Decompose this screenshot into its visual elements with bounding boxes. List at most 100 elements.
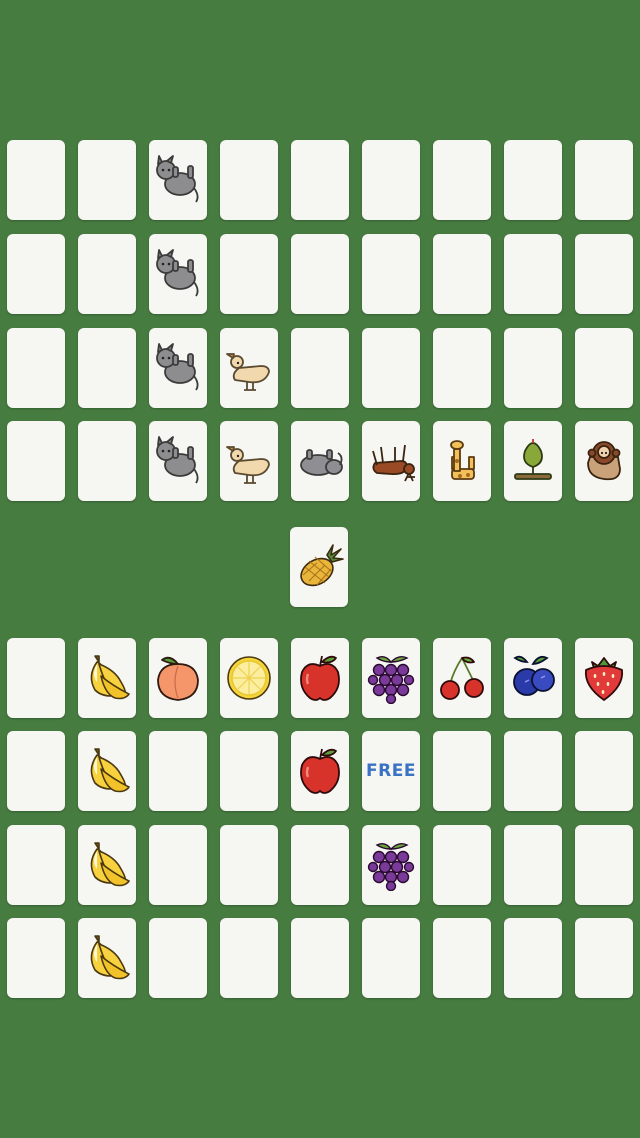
duck-icon	[223, 435, 275, 487]
lemon-icon	[223, 652, 275, 704]
opponent-card-cat[interactable]	[149, 140, 207, 220]
player-card-blank[interactable]	[149, 731, 207, 811]
opponent-card-blank[interactable]	[7, 328, 65, 408]
pineapple-icon	[293, 541, 345, 593]
player-card-blueberry[interactable]	[504, 638, 562, 718]
opponent-card-snake[interactable]	[504, 421, 562, 501]
opponent-card-blank[interactable]	[433, 328, 491, 408]
player-card-blank[interactable]	[433, 825, 491, 905]
player-card-blank[interactable]	[433, 731, 491, 811]
opponent-card-blank[interactable]	[362, 140, 420, 220]
player-card-grapes[interactable]	[362, 638, 420, 718]
opponent-card-deer[interactable]	[362, 421, 420, 501]
opponent-card-cat[interactable]	[149, 234, 207, 314]
player-card-blank[interactable]	[504, 825, 562, 905]
opponent-card-blank[interactable]	[220, 140, 278, 220]
player-card-lemon[interactable]	[220, 638, 278, 718]
blueberry-icon	[507, 652, 559, 704]
opponent-card-blank[interactable]	[7, 421, 65, 501]
player-card-blank[interactable]	[291, 918, 349, 998]
snake-icon	[507, 435, 559, 487]
apple-icon	[294, 652, 346, 704]
player-card-cherry[interactable]	[433, 638, 491, 718]
player-card-banana[interactable]	[78, 918, 136, 998]
opponent-card-blank[interactable]	[220, 234, 278, 314]
opponent-card-blank[interactable]	[7, 234, 65, 314]
player-card-blank[interactable]	[575, 825, 633, 905]
player-card-blank[interactable]	[7, 918, 65, 998]
player-card-blank[interactable]	[7, 825, 65, 905]
player-card-blank[interactable]	[575, 918, 633, 998]
player-card-blank[interactable]	[220, 731, 278, 811]
free-card[interactable]: FREE	[362, 731, 420, 811]
player-card-blank[interactable]	[220, 825, 278, 905]
opponent-card-duck[interactable]	[220, 421, 278, 501]
opponent-card-blank[interactable]	[291, 140, 349, 220]
opponent-card-blank[interactable]	[504, 234, 562, 314]
cat-icon	[152, 154, 204, 206]
cherry-icon	[436, 652, 488, 704]
opponent-card-elephant[interactable]	[291, 421, 349, 501]
opponent-card-blank[interactable]	[362, 328, 420, 408]
player-card-blank[interactable]	[575, 731, 633, 811]
opponent-card-blank[interactable]	[575, 234, 633, 314]
player-card-peach[interactable]	[149, 638, 207, 718]
player-card-banana[interactable]	[78, 825, 136, 905]
monkey-icon	[578, 435, 630, 487]
player-card-apple[interactable]	[291, 731, 349, 811]
opponent-card-blank[interactable]	[78, 234, 136, 314]
opponent-card-blank[interactable]	[78, 140, 136, 220]
apple-icon	[294, 745, 346, 797]
opponent-card-blank[interactable]	[504, 140, 562, 220]
player-card-blank[interactable]	[220, 918, 278, 998]
duck-icon	[223, 342, 275, 394]
player-card-blank[interactable]	[149, 825, 207, 905]
opponent-card-blank[interactable]	[7, 140, 65, 220]
opponent-card-blank[interactable]	[362, 234, 420, 314]
opponent-card-duck[interactable]	[220, 328, 278, 408]
grapes-icon	[365, 839, 417, 891]
opponent-card-blank[interactable]	[575, 328, 633, 408]
opponent-card-cat[interactable]	[149, 421, 207, 501]
elephant-icon	[294, 435, 346, 487]
opponent-card-blank[interactable]	[78, 328, 136, 408]
free-label: FREE	[366, 761, 416, 781]
player-card-blank[interactable]	[504, 731, 562, 811]
opponent-card-blank[interactable]	[433, 234, 491, 314]
player-card-blank[interactable]	[7, 731, 65, 811]
banana-icon	[81, 745, 133, 797]
player-card-blank[interactable]	[504, 918, 562, 998]
opponent-card-blank[interactable]	[575, 140, 633, 220]
opponent-card-blank[interactable]	[433, 140, 491, 220]
player-card-strawberry[interactable]	[575, 638, 633, 718]
player-card-blank[interactable]	[149, 918, 207, 998]
opponent-card-blank[interactable]	[291, 234, 349, 314]
draw-card-pineapple[interactable]	[290, 527, 348, 607]
player-card-blank[interactable]	[291, 825, 349, 905]
player-card-apple[interactable]	[291, 638, 349, 718]
player-card-grapes[interactable]	[362, 825, 420, 905]
giraffe-icon	[436, 435, 488, 487]
deer-icon	[365, 435, 417, 487]
cat-icon	[152, 342, 204, 394]
player-card-banana[interactable]	[78, 731, 136, 811]
banana-icon	[81, 839, 133, 891]
player-card-blank[interactable]	[362, 918, 420, 998]
opponent-card-blank[interactable]	[504, 328, 562, 408]
opponent-card-blank[interactable]	[291, 328, 349, 408]
player-card-blank[interactable]	[433, 918, 491, 998]
banana-icon	[81, 652, 133, 704]
opponent-card-monkey[interactable]	[575, 421, 633, 501]
peach-icon	[152, 652, 204, 704]
banana-icon	[81, 932, 133, 984]
strawberry-icon	[578, 652, 630, 704]
player-card-banana[interactable]	[78, 638, 136, 718]
opponent-card-cat[interactable]	[149, 328, 207, 408]
cat-icon	[152, 435, 204, 487]
game-board: FREE	[0, 0, 640, 1138]
player-card-blank[interactable]	[7, 638, 65, 718]
cat-icon	[152, 248, 204, 300]
opponent-card-giraffe[interactable]	[433, 421, 491, 501]
opponent-card-blank[interactable]	[78, 421, 136, 501]
grapes-icon	[365, 652, 417, 704]
